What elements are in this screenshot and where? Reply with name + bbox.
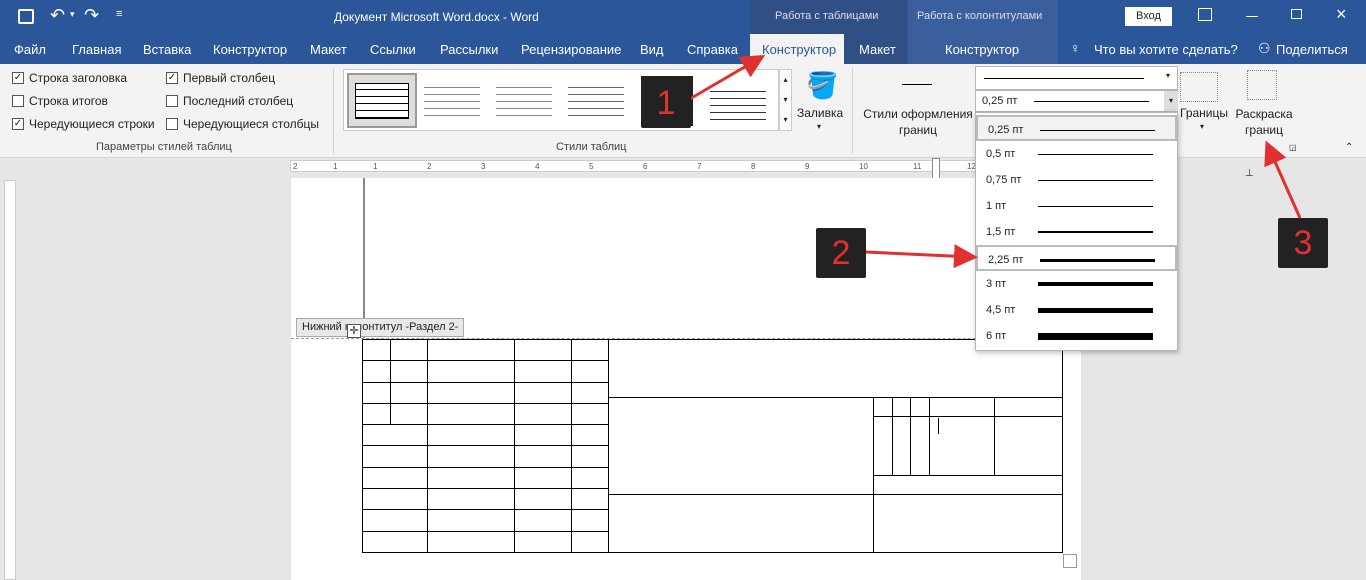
annotation-badge-1: 1 bbox=[641, 78, 691, 128]
arrow-2 bbox=[865, 244, 978, 269]
annotation-badge-2: 2 bbox=[816, 228, 866, 278]
arrow-1 bbox=[687, 54, 766, 102]
annotation-badge-3: 3 bbox=[1278, 218, 1328, 268]
arrow-3 bbox=[1264, 140, 1302, 219]
